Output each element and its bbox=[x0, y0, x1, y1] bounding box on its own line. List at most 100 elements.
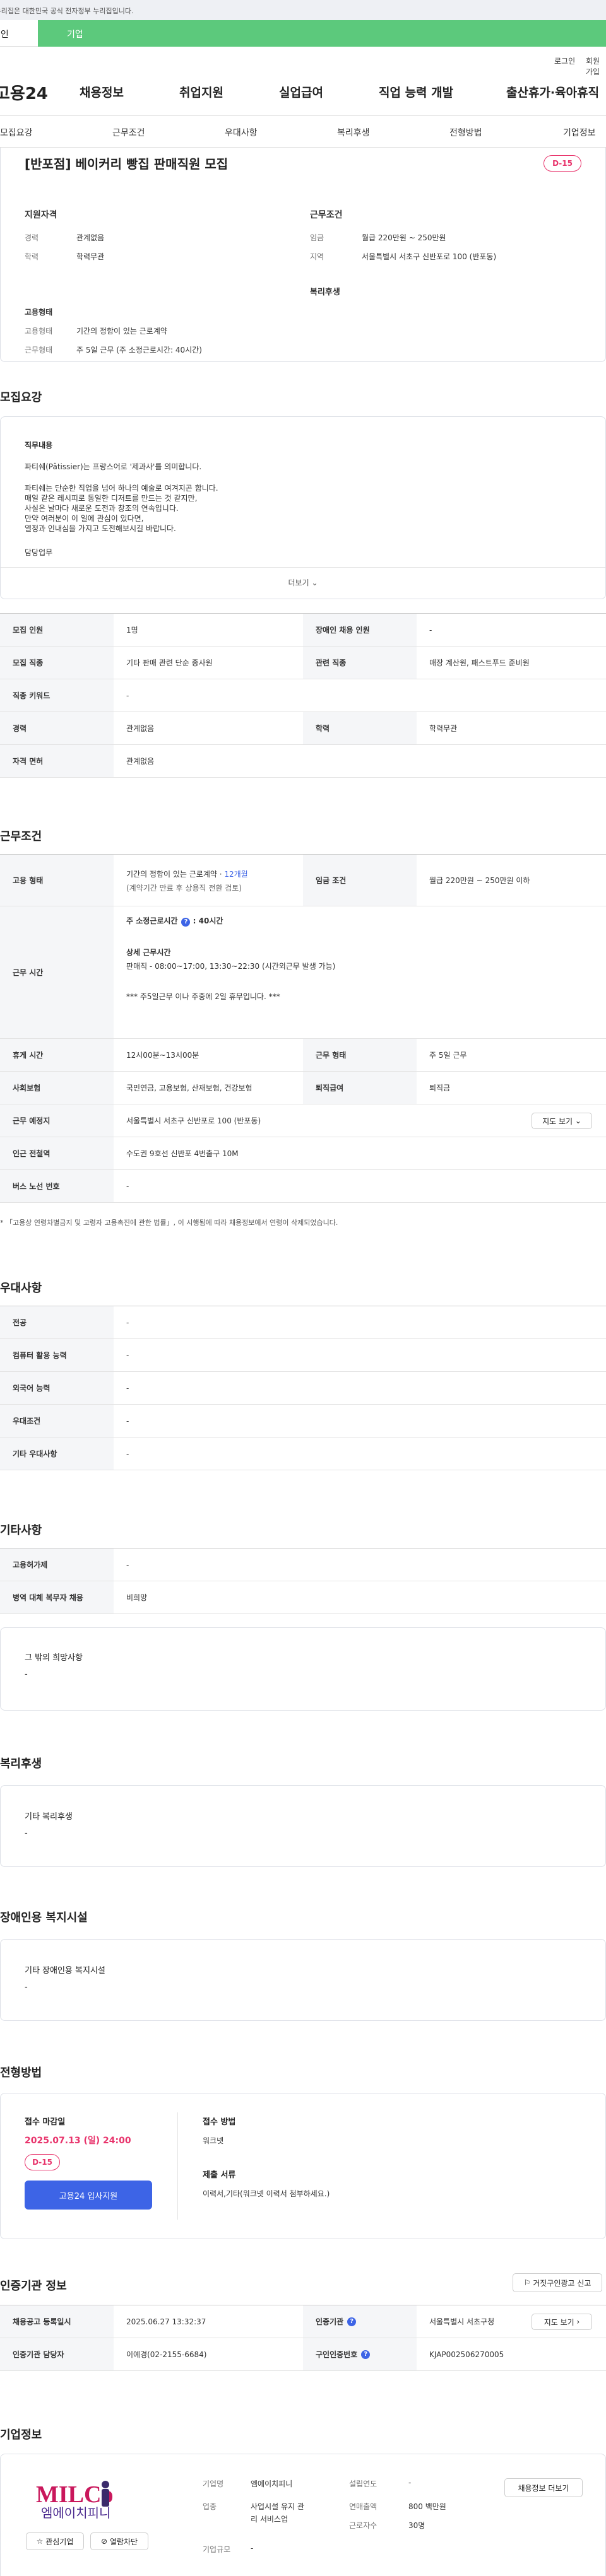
career-label: 경력 bbox=[25, 233, 39, 242]
row-value: 비희망 bbox=[126, 1593, 148, 1602]
company-logo: MILCo 엠에이치피니 bbox=[28, 2473, 148, 2521]
conditions-heading: 근무조건 bbox=[0, 830, 42, 843]
age-law-note-text: 「고용상 연령차별금지 및 고령자 고용촉진에 관한 법률」, 이 시행됨에 따… bbox=[6, 1219, 338, 1227]
sales-value: 800 백만원 bbox=[408, 2502, 446, 2511]
info-icon[interactable]: ? bbox=[347, 2317, 357, 2326]
block-company-button[interactable]: ⊘ 열람차단 bbox=[90, 2532, 148, 2550]
anchor-process[interactable]: 전형방법 bbox=[449, 126, 482, 139]
company-name-label: 기업명 bbox=[203, 2479, 224, 2488]
row-value: 주 5일 근무 bbox=[429, 1051, 467, 1060]
facility-card: 기타 장애인용 복지시설 - bbox=[0, 1939, 606, 2021]
block-label: 열람차단 bbox=[109, 2537, 138, 2546]
row-label: 버스 노선 번호 bbox=[0, 1170, 114, 1202]
detail-hours-heading: 상세 근무시간 bbox=[126, 948, 171, 957]
agency-map-button[interactable]: 지도 보기 › bbox=[532, 2314, 592, 2330]
block-icon: ⊘ bbox=[100, 2537, 108, 2546]
welfare-value: - bbox=[25, 1829, 28, 1838]
emptype-label: 고용형태 bbox=[25, 327, 53, 336]
detail-hours-extra: *** 주5일근무 이나 주중에 2일 휴무입니다. *** bbox=[126, 992, 280, 1001]
row-value: 서울특별시 서초구청 bbox=[429, 2317, 495, 2326]
etc-heading: 기타사항 bbox=[0, 1524, 42, 1537]
row-label: 직종 키워드 bbox=[0, 679, 114, 711]
company-logo-image: MILCo 엠에이치피니 bbox=[36, 2481, 113, 2520]
cond-heading: 근무조건 bbox=[310, 210, 343, 220]
row-value: 월급 220만원 ~ 250만원 이하 bbox=[429, 876, 530, 885]
nav-jobs[interactable]: 채용정보 bbox=[80, 83, 124, 100]
table-row: 컴퓨터 활용 능력 - bbox=[0, 1339, 606, 1372]
job-title: [반포점] 베이커리 빵집 판매직원 모집 bbox=[25, 156, 229, 172]
method-label: 접수 방법 bbox=[203, 2117, 236, 2127]
row-label: 인증기관 담당자 bbox=[0, 2338, 114, 2370]
row-label: 외국어 능력 bbox=[0, 1372, 114, 1404]
agency-map-label: 지도 보기 bbox=[544, 2317, 574, 2327]
login-link[interactable]: 로그인 bbox=[554, 56, 575, 66]
more-button[interactable]: 더보기 ⌄ bbox=[1, 577, 605, 588]
apply-button[interactable]: 고용24 입사지원 bbox=[25, 2181, 152, 2210]
row-value: - bbox=[126, 1318, 129, 1327]
row-value: KJAP002506270005 bbox=[429, 2350, 504, 2359]
report-ad-button[interactable]: ⚐ 거짓구인광고 신고 bbox=[513, 2273, 602, 2292]
dday-badge: D-15 bbox=[25, 2154, 60, 2170]
weekly-hours: 주 소정근로시간? : 40시간 bbox=[126, 916, 223, 927]
more-button-label: 더보기 bbox=[288, 578, 309, 587]
job-desc-line: 만약 여러분이 이 일에 관심이 있다면, bbox=[25, 514, 144, 523]
section-anchor-tabs: 모집요강 근무조건 우대사항 복리후생 전형방법 기업정보 bbox=[0, 116, 606, 148]
info-icon[interactable]: ? bbox=[361, 2350, 371, 2359]
gov-banner: 이 누리집은 대한민국 공식 전자정부 누리집입니다. bbox=[0, 0, 606, 20]
anchor-company[interactable]: 기업정보 bbox=[563, 126, 596, 139]
founded-label: 설립연도 bbox=[349, 2479, 377, 2488]
job-description-card: 직무내용 파티쉐(Pâtissier)는 프랑스어로 '제과사'를 의미합니다.… bbox=[0, 416, 606, 599]
qual-heading: 지원자격 bbox=[25, 210, 57, 220]
nav-employment-support[interactable]: 취업지원 bbox=[179, 83, 223, 100]
anchor-recruit[interactable]: 모집요강 bbox=[0, 126, 33, 139]
row-value: 12시00분~13시00분 bbox=[126, 1051, 199, 1060]
tab-individual-label: 개인 bbox=[0, 30, 9, 40]
row-label: 임금 조건 bbox=[303, 855, 417, 906]
emp-type-value: 기간의 정함이 있는 근로계약 · 12개월 bbox=[126, 869, 248, 879]
site-logo[interactable]: 고용24 bbox=[0, 81, 48, 104]
company-name-value: 엠에이치피니 bbox=[251, 2479, 293, 2488]
join-link[interactable]: 회원가입 bbox=[586, 56, 606, 77]
user-type-tabs: 개인 기업 bbox=[0, 20, 606, 47]
industry-value-cont: 리 서비스업 bbox=[251, 2515, 288, 2524]
nav-leave[interactable]: 출산휴가·육아휴직 bbox=[506, 83, 599, 100]
career-value: 관계없음 bbox=[76, 233, 105, 242]
row-label: 휴게 시간 bbox=[0, 1039, 114, 1071]
favorite-label: 관심기업 bbox=[45, 2537, 74, 2546]
row-value: 국민연금, 고용보험, 산재보험, 건강보험 bbox=[126, 1084, 252, 1092]
tab-individual[interactable]: 개인 bbox=[0, 20, 38, 47]
favorite-company-button[interactable]: ☆ 관심기업 bbox=[26, 2532, 84, 2550]
facility-value: - bbox=[25, 1982, 28, 1992]
company-heading: 기업정보 bbox=[0, 2428, 42, 2442]
apply-button-label: 고용24 입사지원 bbox=[59, 2191, 118, 2201]
recruit-heading: 모집요강 bbox=[0, 391, 42, 404]
info-icon[interactable]: ? bbox=[181, 918, 191, 927]
more-jobs-button[interactable]: 채용정보 더보기 bbox=[504, 2478, 583, 2497]
industry-value: 사업시설 유지 관 bbox=[251, 2502, 304, 2511]
anchor-conditions[interactable]: 근무조건 bbox=[112, 126, 145, 139]
nav-training[interactable]: 직업 능력 개발 bbox=[379, 83, 453, 100]
worktype-label: 근무형태 bbox=[25, 346, 53, 354]
welfare-section-heading: 복리후생 bbox=[0, 1757, 42, 1771]
row-label: 인근 전철역 bbox=[0, 1137, 114, 1169]
age-law-note: * 「고용상 연령차별금지 및 고령자 고용촉진에 관한 법률」, 이 시행됨에… bbox=[0, 1219, 338, 1227]
row-value: - bbox=[126, 1350, 129, 1360]
deadline-value: 2025.07.13 (일) 24:00 bbox=[25, 2136, 131, 2146]
row-value: 이예경(02-2155-6684) bbox=[126, 2350, 207, 2359]
row-label: 경력 bbox=[0, 712, 114, 744]
staff-label: 근로자수 bbox=[349, 2521, 377, 2530]
welfare-card: 기타 복리후생 - bbox=[0, 1785, 606, 1867]
anchor-welfare[interactable]: 복리후생 bbox=[337, 126, 370, 139]
anchor-preference[interactable]: 우대사항 bbox=[225, 126, 258, 139]
sales-label: 연매출액 bbox=[349, 2502, 377, 2511]
nav-unemployment[interactable]: 실업급여 bbox=[279, 83, 323, 100]
facility-title: 기타 장애인용 복지시설 bbox=[25, 1966, 105, 1976]
job-summary-card: [반포점] 베이커리 빵집 판매직원 모집 D-15 지원자격 경력 관계없음 … bbox=[0, 148, 606, 362]
map-view-button[interactable]: 지도 보기 ⌄ bbox=[532, 1113, 592, 1129]
row-value: - bbox=[126, 691, 129, 700]
tab-business[interactable]: 기업 bbox=[38, 20, 606, 47]
agency-label-cell: 인증기관? bbox=[303, 2305, 417, 2338]
row-label: 관련 직종 bbox=[303, 647, 417, 679]
row-value: 서울특별시 서초구 신반포로 100 (반포동) bbox=[126, 1116, 261, 1125]
row-label: 학력 bbox=[303, 712, 417, 744]
